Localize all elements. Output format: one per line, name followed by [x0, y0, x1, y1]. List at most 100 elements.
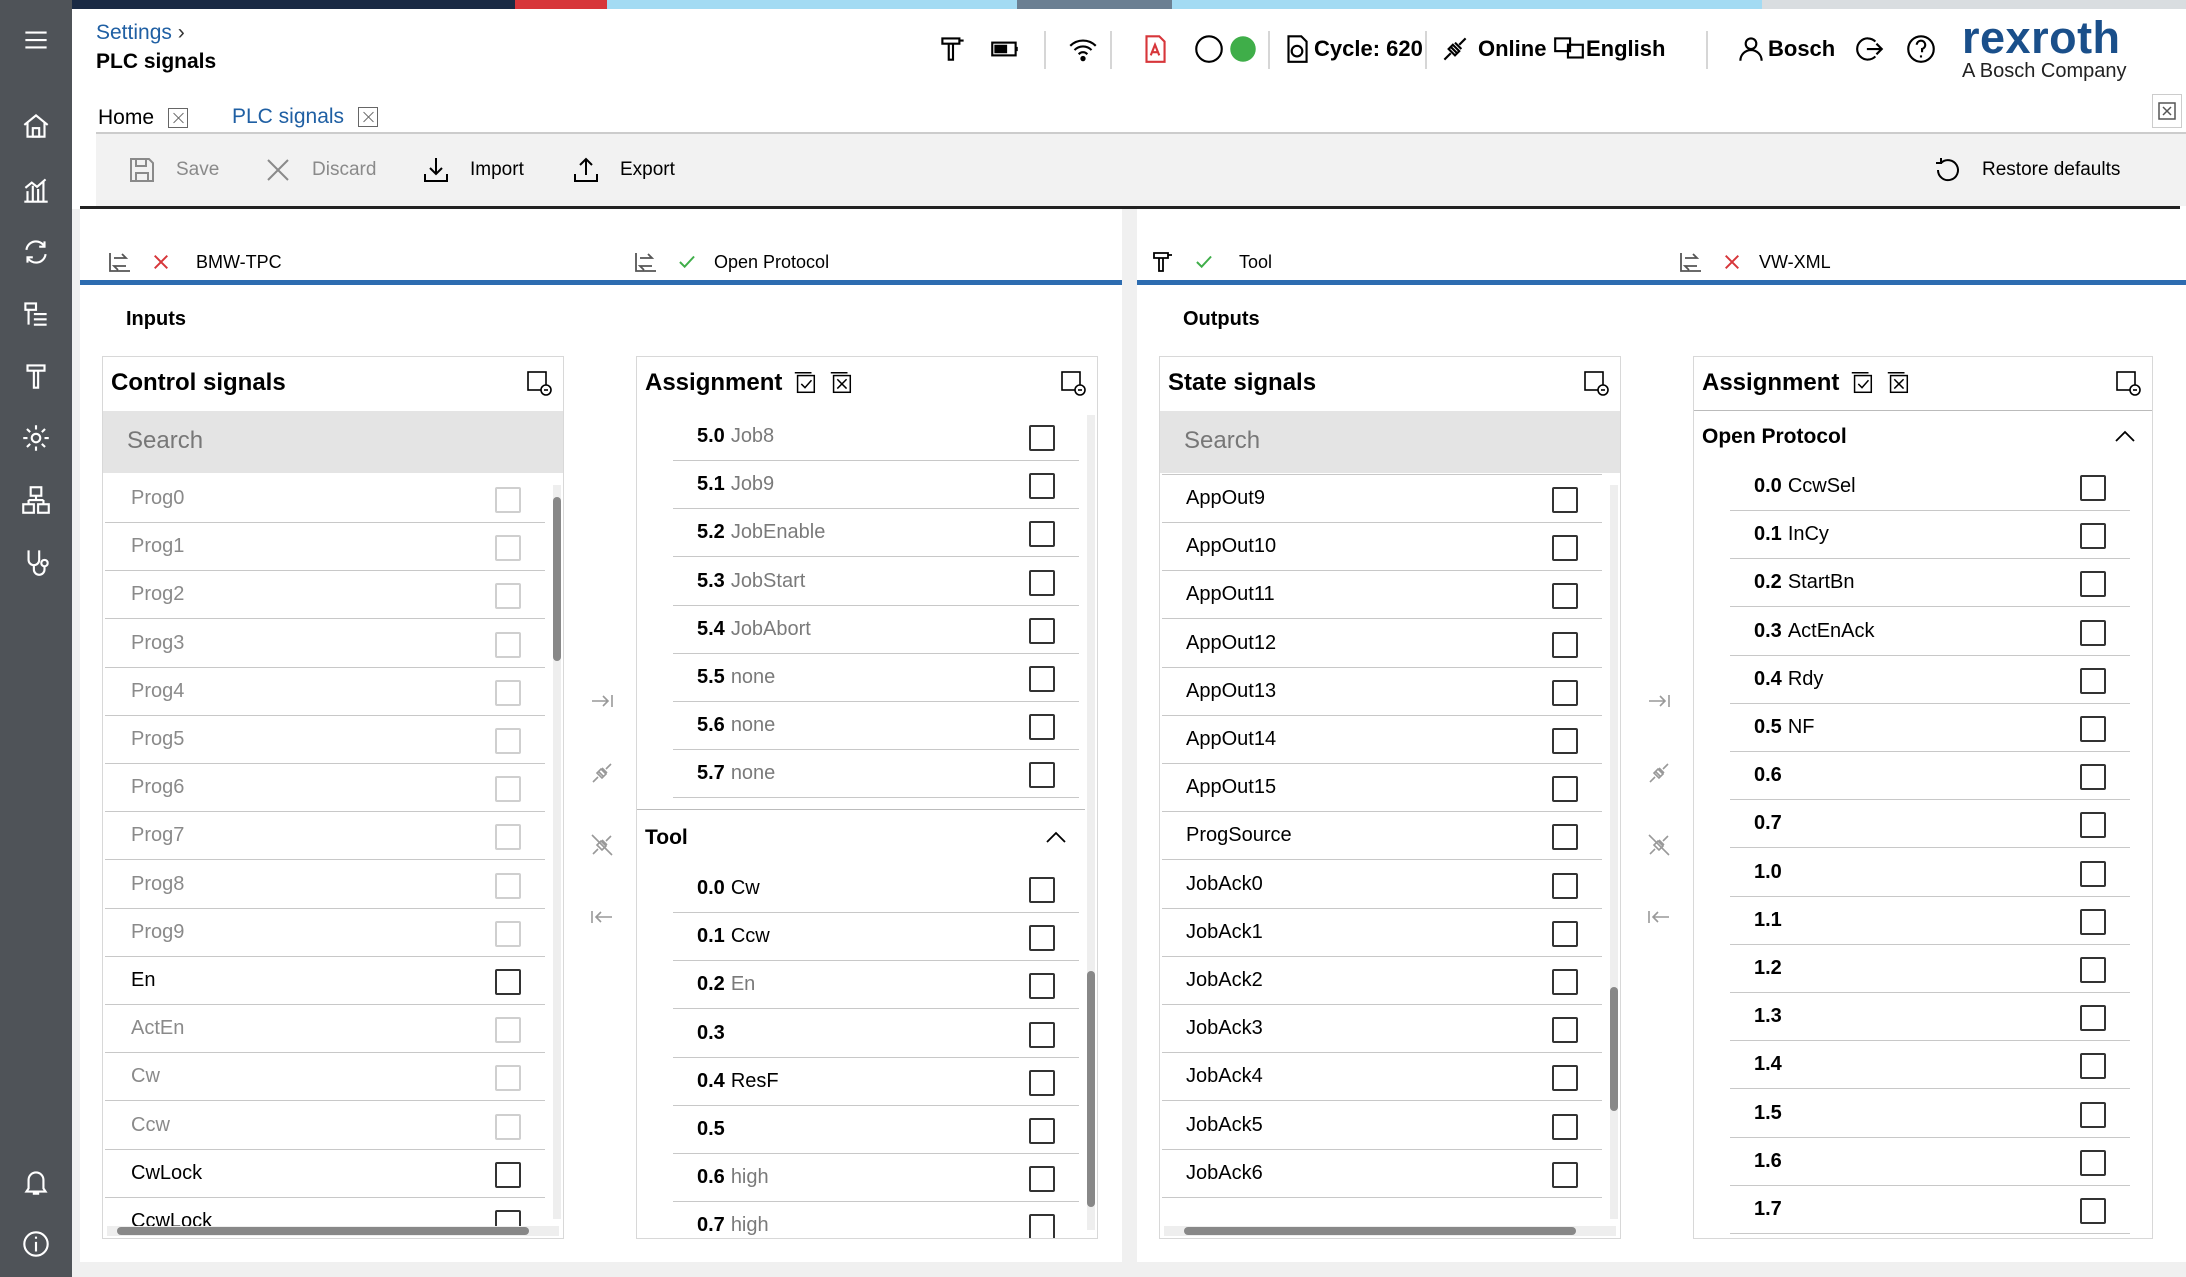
checkbox[interactable]: [2080, 619, 2106, 646]
checkbox[interactable]: [1029, 425, 1055, 451]
checkbox[interactable]: [495, 728, 521, 754]
disconnect-icon[interactable]: [588, 831, 618, 861]
connect-icon[interactable]: [588, 759, 618, 789]
list-item[interactable]: Prog0: [105, 475, 545, 523]
assignment-row[interactable]: 0.6: [1730, 752, 2130, 801]
checkbox[interactable]: [1552, 824, 1578, 851]
checkbox[interactable]: [1029, 877, 1055, 903]
tool-icon[interactable]: [14, 354, 58, 398]
scrollbar[interactable]: [1164, 1226, 1616, 1236]
checkbox[interactable]: [2080, 475, 2106, 501]
checkbox[interactable]: [2080, 1149, 2106, 1176]
assignment-row[interactable]: 0.4 ResF: [673, 1058, 1079, 1106]
tool-status-icon[interactable]: [936, 27, 970, 71]
assignment-row[interactable]: 0.3: [673, 1010, 1079, 1058]
analytics-icon[interactable]: [14, 168, 58, 212]
checkbox[interactable]: [1552, 1161, 1578, 1188]
list-item[interactable]: AppOut11: [1162, 571, 1602, 620]
checkbox[interactable]: [495, 920, 521, 947]
list-item[interactable]: JobAck2: [1162, 957, 1602, 1005]
scrollbar[interactable]: [107, 1226, 559, 1236]
checkbox[interactable]: [2080, 667, 2106, 694]
scrollbar[interactable]: [553, 485, 561, 1219]
close-tab-icon[interactable]: [358, 106, 379, 127]
assignment-row[interactable]: 5.3 JobStart: [673, 558, 1079, 606]
assignment-row[interactable]: 5.1 Job9: [673, 461, 1079, 510]
help-icon[interactable]: [1904, 27, 1938, 71]
connect-icon[interactable]: [1645, 759, 1675, 789]
unassign-left-icon[interactable]: [1645, 903, 1675, 933]
import-button[interactable]: Import: [420, 150, 524, 190]
checkbox[interactable]: [1552, 679, 1578, 706]
checkbox[interactable]: [1029, 1166, 1055, 1193]
info-icon[interactable]: [14, 1222, 58, 1266]
assignment-row[interactable]: 5.0 Job8: [673, 413, 1079, 461]
unassign-left-icon[interactable]: [588, 903, 618, 933]
checkbox[interactable]: [2080, 523, 2106, 550]
list-item[interactable]: JobAck4: [1162, 1053, 1602, 1102]
checkbox[interactable]: [495, 824, 521, 851]
group-header-tool[interactable]: Tool: [645, 812, 1085, 864]
pdf-document-icon[interactable]: [1138, 27, 1172, 71]
checkbox[interactable]: [1552, 535, 1578, 562]
checkbox[interactable]: [2080, 1053, 2106, 1080]
assignment-row[interactable]: 0.7: [1730, 800, 2130, 849]
assignment-row[interactable]: 0.1 Ccw: [673, 913, 1079, 962]
column-settings-icon[interactable]: [2114, 369, 2142, 397]
assignment-row[interactable]: 0.5 NF: [1730, 704, 2130, 752]
list-item[interactable]: Prog7: [105, 812, 545, 861]
list-item[interactable]: AppOut15: [1162, 764, 1602, 813]
scrollbar[interactable]: [1087, 415, 1095, 1230]
checkbox[interactable]: [1029, 714, 1055, 741]
discard-button[interactable]: Discard: [262, 150, 376, 190]
save-button[interactable]: Save: [126, 150, 219, 190]
online-status[interactable]: Online: [1438, 27, 1546, 71]
assignment-row[interactable]: 5.4 JobAbort: [673, 606, 1079, 654]
column-settings-icon[interactable]: [1582, 369, 1610, 397]
checkbox[interactable]: [2080, 1198, 2106, 1224]
chevron-up-icon[interactable]: [2112, 424, 2138, 450]
checkbox[interactable]: [495, 1113, 521, 1140]
list-item[interactable]: Prog6: [105, 764, 545, 813]
assignment-row[interactable]: 0.0 CcwSel: [1730, 463, 2130, 511]
checkbox[interactable]: [495, 1161, 521, 1188]
assignment-row[interactable]: 5.6 none: [673, 702, 1079, 751]
checkbox[interactable]: [1552, 872, 1578, 899]
checkbox[interactable]: [1029, 973, 1055, 1000]
checkbox[interactable]: [495, 872, 521, 899]
checkbox[interactable]: [2080, 1005, 2106, 1032]
control-signals-search-input[interactable]: Search: [103, 411, 563, 473]
checkbox[interactable]: [2080, 860, 2106, 887]
assignment-row[interactable]: 5.2 JobEnable: [673, 509, 1079, 558]
list-item[interactable]: Prog2: [105, 571, 545, 620]
breadcrumb[interactable]: Settings ›: [96, 21, 185, 45]
assignment-row[interactable]: 5.7 none: [673, 750, 1079, 799]
assignment-row[interactable]: 0.7 high: [673, 1202, 1079, 1238]
checkbox[interactable]: [1029, 762, 1055, 789]
chevron-up-icon[interactable]: [1043, 825, 1069, 851]
assign-right-icon[interactable]: [1645, 687, 1675, 717]
language-selector[interactable]: English: [1552, 27, 1665, 71]
list-item[interactable]: Ccw: [105, 1102, 545, 1150]
list-item[interactable]: Prog9: [105, 909, 545, 957]
assignment-row[interactable]: 0.6 high: [673, 1154, 1079, 1203]
diagnostics-stethoscope-icon[interactable]: [14, 540, 58, 584]
checkbox[interactable]: [2080, 812, 2106, 839]
checkbox[interactable]: [1552, 487, 1578, 513]
column-settings-icon[interactable]: [1059, 369, 1087, 397]
notifications-bell-icon[interactable]: [14, 1160, 58, 1204]
home-icon[interactable]: [14, 104, 58, 148]
network-devices-icon[interactable]: [14, 478, 58, 522]
checkbox[interactable]: [1029, 666, 1055, 692]
list-item[interactable]: Prog4: [105, 668, 545, 716]
scrollbar[interactable]: [1610, 485, 1618, 1219]
assignment-row[interactable]: 1.1: [1730, 897, 2130, 945]
assignment-row[interactable]: 0.5: [673, 1106, 1079, 1154]
checkbox[interactable]: [495, 679, 521, 706]
assignment-row[interactable]: 1.4: [1730, 1041, 2130, 1090]
select-all-icon[interactable]: [1849, 370, 1875, 396]
checkbox[interactable]: [495, 1017, 521, 1044]
checkbox[interactable]: [2080, 764, 2106, 791]
checkbox[interactable]: [1552, 1113, 1578, 1140]
list-item[interactable]: JobAck6: [1162, 1150, 1602, 1198]
